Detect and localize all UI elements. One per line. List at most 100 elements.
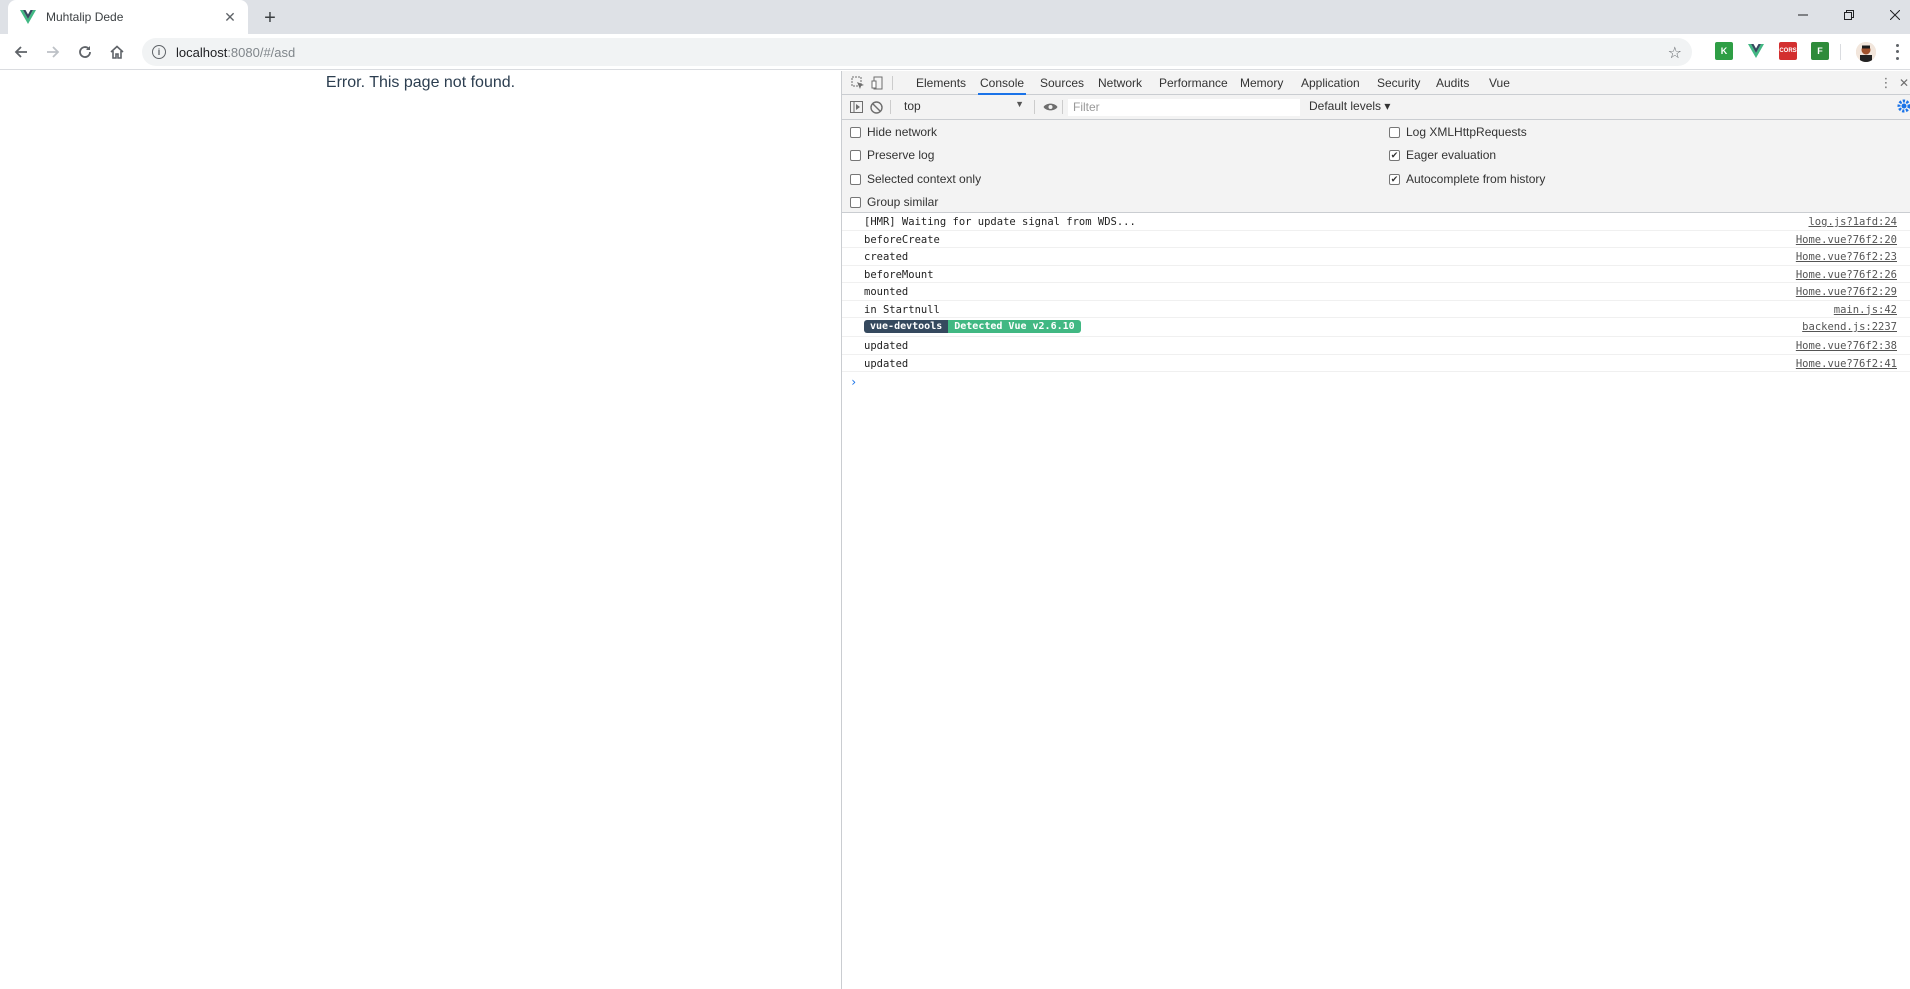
checkbox-checked[interactable]: ✔ xyxy=(1389,149,1400,161)
log-levels-dropdown[interactable]: Default levels ▾ xyxy=(1309,99,1390,113)
tab-audits[interactable]: Audits xyxy=(1434,71,1471,95)
page-error-message: Error. This page not found. xyxy=(325,74,516,91)
new-tab-button[interactable]: + xyxy=(258,6,282,30)
log-message: beforeCreate xyxy=(864,233,940,246)
checkbox[interactable] xyxy=(850,149,861,161)
log-source-link[interactable]: Home.vue?76f2:38 xyxy=(1796,340,1897,352)
log-row: updated Home.vue?76f2:38 xyxy=(842,337,1910,355)
reload-icon[interactable] xyxy=(73,40,97,64)
tab-application[interactable]: Application xyxy=(1299,71,1362,95)
tab-close-icon[interactable]: ✕ xyxy=(220,7,240,27)
log-row: [HMR] Waiting for update signal from WDS… xyxy=(842,213,1910,231)
tab-memory[interactable]: Memory xyxy=(1238,71,1285,95)
option-autocomplete-history[interactable]: ✔ Autocomplete from history xyxy=(1389,171,1545,187)
browser-toolbar: i localhost:8080/#/asd ☆ K CORS F xyxy=(0,34,1910,70)
log-row: beforeMount Home.vue?76f2:26 xyxy=(842,266,1910,283)
tab-elements[interactable]: Elements xyxy=(914,71,968,95)
checkbox[interactable] xyxy=(850,196,861,208)
checkbox[interactable] xyxy=(850,126,861,138)
device-toolbar-icon[interactable] xyxy=(870,75,886,91)
context-selector[interactable]: top ▼ xyxy=(904,99,1026,116)
log-source-link[interactable]: Home.vue?76f2:23 xyxy=(1796,251,1897,263)
option-selected-context-only[interactable]: Selected context only xyxy=(850,171,981,187)
option-eager-evaluation[interactable]: ✔ Eager evaluation xyxy=(1389,147,1496,163)
back-icon[interactable] xyxy=(9,40,33,64)
log-source-link[interactable]: backend.js:2237 xyxy=(1802,321,1897,333)
console-settings-pane: Hide network Preserve log Selected conte… xyxy=(842,120,1910,213)
log-message: beforeMount xyxy=(864,268,934,281)
log-row: beforeCreate Home.vue?76f2:20 xyxy=(842,231,1910,248)
kanbanier-extension-icon[interactable]: K xyxy=(1715,42,1733,60)
chrome-menu-icon[interactable] xyxy=(1892,42,1902,62)
log-message: updated xyxy=(864,357,909,370)
tab-console[interactable]: Console xyxy=(978,71,1027,95)
log-message: [HMR] Waiting for update signal from WDS… xyxy=(864,216,1136,228)
devtools-close-icon[interactable]: ✕ xyxy=(1896,75,1910,91)
tab-title: Muhtalip Dede xyxy=(46,10,124,24)
log-source-link[interactable]: log.js?1afd:24 xyxy=(1808,216,1897,228)
vue-version-badge: Detected Vue v2.6.10 xyxy=(948,320,1081,333)
filter-input[interactable]: Filter xyxy=(1068,99,1300,116)
url-text: localhost:8080/#/asd xyxy=(176,44,296,60)
tab-sources[interactable]: Sources xyxy=(1038,71,1086,95)
option-preserve-log[interactable]: Preserve log xyxy=(850,147,934,163)
tab-network[interactable]: Network xyxy=(1096,71,1144,95)
checkbox-checked[interactable]: ✔ xyxy=(1389,173,1400,185)
log-message: in Startnull xyxy=(864,303,940,316)
log-source-link[interactable]: Home.vue?76f2:41 xyxy=(1796,358,1897,370)
option-hide-network[interactable]: Hide network xyxy=(850,124,937,140)
log-source-link[interactable]: main.js:42 xyxy=(1834,304,1897,316)
green-extension-icon[interactable]: F xyxy=(1811,42,1829,60)
checkbox[interactable] xyxy=(850,173,861,185)
tab-performance[interactable]: Performance xyxy=(1157,71,1230,95)
log-row: in Startnull main.js:42 xyxy=(842,301,1910,318)
log-row: mounted Home.vue?76f2:29 xyxy=(842,283,1910,301)
address-bar[interactable]: i localhost:8080/#/asd ☆ xyxy=(142,38,1692,66)
tab-security[interactable]: Security xyxy=(1375,71,1422,95)
avatar[interactable] xyxy=(1856,42,1876,62)
log-source-link[interactable]: Home.vue?76f2:29 xyxy=(1796,286,1897,298)
page-content: Error. This page not found. xyxy=(0,71,841,989)
log-source-link[interactable]: Home.vue?76f2:26 xyxy=(1796,269,1897,281)
log-row: updated Home.vue?76f2:41 xyxy=(842,355,1910,372)
checkbox[interactable] xyxy=(1389,126,1400,138)
toolbar-separator xyxy=(1840,44,1841,60)
tab-strip: Muhtalip Dede ✕ + xyxy=(0,0,1910,34)
option-log-xmlhttprequests[interactable]: Log XMLHttpRequests xyxy=(1389,124,1527,140)
vue-devtools-badge: vue-devtools xyxy=(864,320,949,333)
devtools-tabbar: Elements Console Sources Network Perform… xyxy=(842,71,1910,95)
clear-console-icon[interactable] xyxy=(868,99,884,115)
vue-devtools-extension-icon[interactable] xyxy=(1747,42,1765,60)
devtools-separator xyxy=(1034,100,1035,114)
devtools-menu-icon[interactable]: ⋮ xyxy=(1878,75,1894,91)
browser-tab[interactable]: Muhtalip Dede ✕ xyxy=(8,0,248,34)
bookmark-star-icon[interactable]: ☆ xyxy=(1668,43,1682,63)
log-source-link[interactable]: Home.vue?76f2:20 xyxy=(1796,234,1897,246)
log-row: vue-devtools Detected Vue v2.6.10 backend… xyxy=(842,318,1910,337)
console-toolbar: top ▼ Filter Default levels ▾ xyxy=(842,95,1910,120)
site-info-icon[interactable]: i xyxy=(152,45,166,59)
show-sidebar-icon[interactable] xyxy=(848,99,864,115)
cors-extension-icon[interactable]: CORS xyxy=(1779,42,1797,60)
devtools-separator xyxy=(892,76,893,90)
option-group-similar[interactable]: Group similar xyxy=(850,194,938,210)
devtools-separator xyxy=(1062,100,1063,114)
log-message: created xyxy=(864,251,909,263)
log-message: vue-devtools Detected Vue v2.6.10 xyxy=(864,320,1081,333)
dropdown-arrow-icon: ▼ xyxy=(1015,99,1024,109)
restore-icon[interactable] xyxy=(1826,0,1872,30)
forward-icon[interactable] xyxy=(41,40,65,64)
console-log: [HMR] Waiting for update signal from WDS… xyxy=(842,213,1910,390)
home-icon[interactable] xyxy=(105,40,129,64)
log-row: created Home.vue?76f2:23 xyxy=(842,248,1910,266)
minimize-icon[interactable] xyxy=(1780,0,1826,30)
log-message: mounted xyxy=(864,286,909,298)
console-prompt-row[interactable]: › xyxy=(842,372,1910,390)
tab-vue[interactable]: Vue xyxy=(1487,71,1512,95)
live-expression-eye-icon[interactable] xyxy=(1042,99,1058,115)
vue-logo-icon xyxy=(20,9,36,25)
inspect-element-icon[interactable] xyxy=(850,75,866,91)
log-message: updated xyxy=(864,340,909,352)
console-settings-gear-icon[interactable] xyxy=(1897,99,1910,115)
window-close-icon[interactable] xyxy=(1872,0,1910,30)
